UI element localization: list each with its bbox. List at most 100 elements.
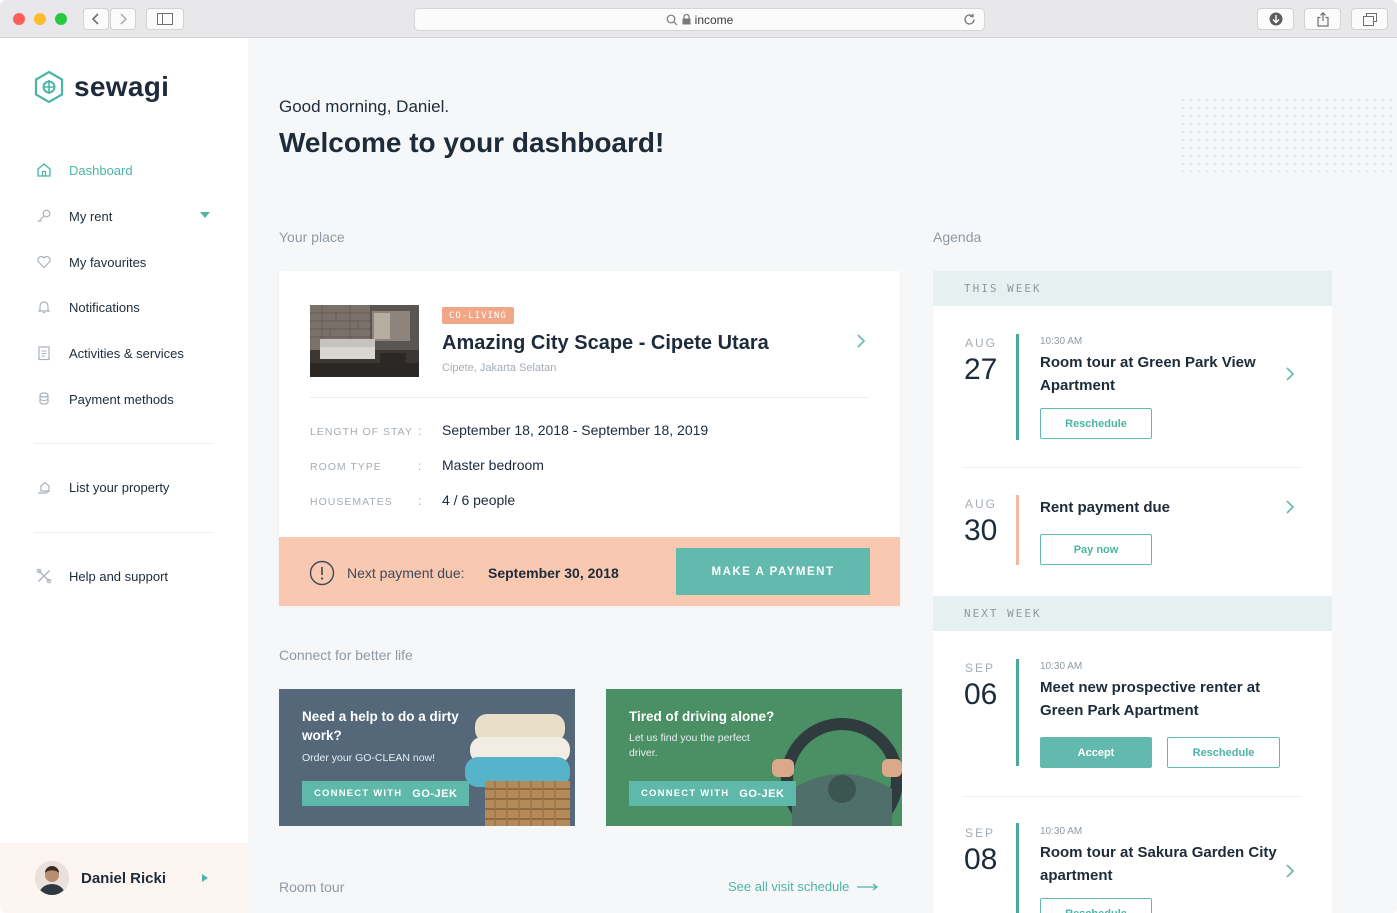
sidebar-item-list-property[interactable]: List your property [34,475,214,499]
minimize-window-button[interactable] [34,13,46,25]
tabs-icon [1362,12,1377,26]
close-window-button[interactable] [13,13,25,25]
sidebar-item-label: My favourites [69,254,147,270]
event-marker [1016,334,1019,440]
chevron-left-icon [91,13,99,25]
event-month: AUG [965,336,998,350]
coins-icon [34,389,54,409]
connect-gojek-button[interactable]: CONNECT WITH GO-JEK [629,781,797,806]
sidebar-item-activities-services[interactable]: Activities & services [34,341,214,365]
reschedule-button[interactable]: Reschedule [1040,408,1152,439]
event-marker [1016,659,1019,766]
sidebar-divider [34,532,212,533]
sidebar-item-label: Payment methods [69,391,174,407]
sidebar-divider [34,443,212,444]
length-of-stay-value: September 18, 2018 - September 18, 2019 [442,422,709,438]
chevron-right-icon [120,13,128,25]
housemates-label: HOUSEMATES [310,496,393,508]
event-month: SEP [965,661,996,675]
greeting: Good morning, Daniel. [279,97,450,116]
sidebar: sewagi Dashboard My rent My favourites N… [0,38,248,913]
driver-promo-card[interactable]: Tired of driving alone? Let us find you … [606,689,902,826]
logo[interactable]: sewagi [32,70,169,104]
sidebar-icon [157,13,173,25]
chevron-down-icon[interactable] [200,212,210,218]
chevron-right-icon[interactable] [1285,366,1295,387]
co-living-badge: CO-LIVING [442,307,514,324]
home-icon [34,160,54,180]
colon: : [418,459,422,473]
sidebar-item-dashboard[interactable]: Dashboard [34,158,214,182]
go-clean-promo-card[interactable]: Need a help to do a dirty work? Order yo… [279,689,575,826]
share-icon [1316,11,1329,27]
event-day: 06 [964,678,998,711]
chevron-right-icon[interactable] [856,333,866,354]
chevron-right-icon[interactable] [202,874,208,882]
reschedule-button[interactable]: Reschedule [1040,898,1152,913]
arrow-right-icon [857,879,879,894]
sewagi-logo-icon [34,70,64,104]
maximize-window-button[interactable] [55,13,67,25]
place-card: CO-LIVING Amazing City Scape - Cipete Ut… [279,271,900,606]
event-title[interactable]: Meet new prospective renter at Green Par… [1040,676,1290,722]
page-title: Welcome to your dashboard! [279,127,665,158]
search-icon [666,14,678,26]
this-week-header: THIS WEEK [933,271,1332,306]
event-title[interactable]: Room tour at Green Park View Apartment [1040,351,1280,397]
user-name: Daniel Ricki [81,869,167,887]
next-payment-bar: Next payment due: September 30, 2018 MAK… [279,537,900,606]
sidebar-item-label: List your property [69,479,170,495]
reload-icon[interactable] [963,13,976,29]
make-payment-button[interactable]: MAKE A PAYMENT [676,548,870,595]
event-month: SEP [965,826,996,840]
house-hand-icon [34,477,54,497]
downloads-button[interactable] [1257,8,1294,30]
sidebar-item-my-favourites[interactable]: My favourites [34,250,214,274]
place-photo[interactable] [310,305,419,377]
connect-label: Connect for better life [279,647,413,663]
sidebar-item-label: Help and support [69,568,169,584]
see-all-visit-schedule-link[interactable]: See all visit schedule [728,879,879,894]
sidebar-item-label: Notifications [69,299,140,315]
sidebar-item-label: My rent [69,208,113,224]
pay-now-button[interactable]: Pay now [1040,534,1152,565]
reschedule-button[interactable]: Reschedule [1167,737,1280,768]
sidebar-toggle-button[interactable] [146,8,184,30]
event-marker [1016,495,1019,565]
gojek-logo-text: GO-JEK [739,787,785,800]
main-content: Good morning, Daniel. Welcome to your da… [248,38,1397,913]
event-title[interactable]: Room tour at Sakura Garden City apartmen… [1040,841,1280,887]
agenda-divider [964,796,1301,797]
download-icon [1269,12,1282,26]
share-button[interactable] [1304,8,1341,30]
back-button[interactable] [83,8,109,30]
place-title[interactable]: Amazing City Scape - Cipete Utara [442,332,769,355]
accept-button[interactable]: Accept [1040,737,1152,768]
gojek-logo-text: GO-JEK [412,787,458,800]
connect-with-label: CONNECT WITH [314,788,403,799]
bell-icon [34,297,54,317]
user-profile[interactable]: Daniel Ricki [0,843,248,913]
clipboard-icon [34,343,54,363]
agenda-label: Agenda [933,229,982,245]
chevron-right-icon[interactable] [1285,499,1295,520]
sidebar-item-help-support[interactable]: Help and support [34,564,214,588]
your-place-label: Your place [279,229,345,245]
room-type-value: Master bedroom [442,457,544,473]
heart-icon [34,252,54,272]
sidebar-item-my-rent[interactable]: My rent [34,204,214,228]
sidebar-item-notifications[interactable]: Notifications [34,295,214,319]
avatar [35,861,69,895]
event-marker [1016,823,1019,913]
tabs-overview-button[interactable] [1351,8,1388,30]
chevron-right-icon[interactable] [1285,863,1295,884]
agenda-divider [964,467,1301,468]
event-time: 10:30 AM [1040,661,1083,672]
event-day: 30 [964,514,998,547]
event-title[interactable]: Rent payment due [1040,496,1290,519]
connect-gojek-button[interactable]: CONNECT WITH GO-JEK [302,781,470,806]
next-payment-label: Next payment due: [347,565,465,581]
forward-button[interactable] [110,8,136,30]
sidebar-item-payment-methods[interactable]: Payment methods [34,387,214,411]
address-bar[interactable]: income [414,8,985,31]
